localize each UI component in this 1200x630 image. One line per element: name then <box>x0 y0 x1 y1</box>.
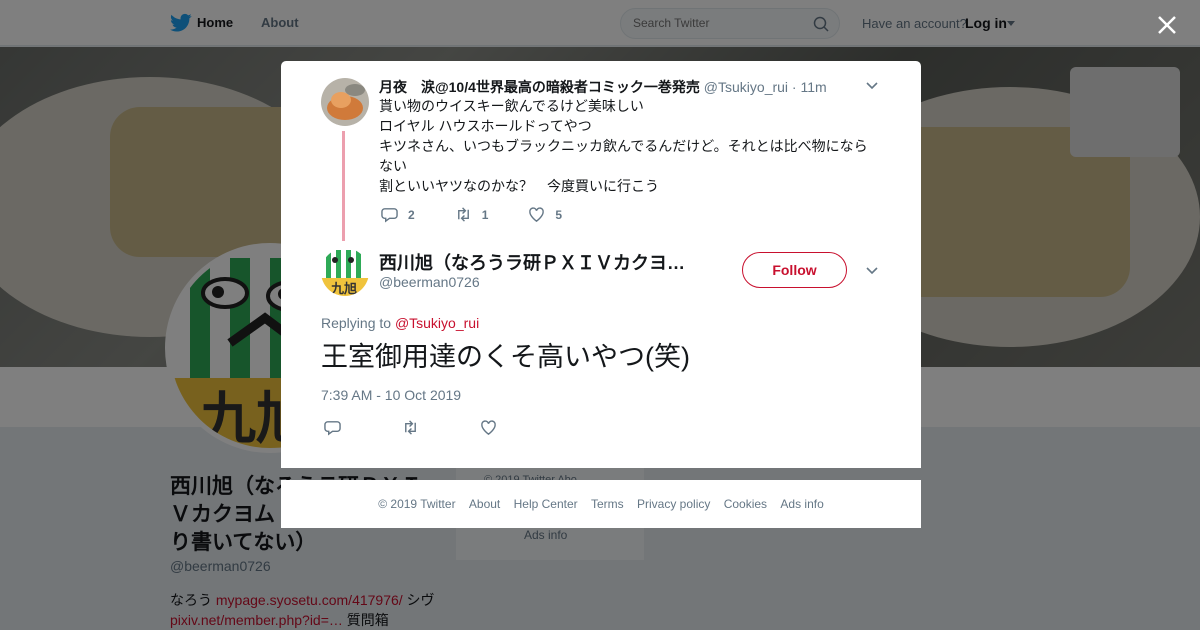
footer-help-link[interactable]: Help Center <box>514 497 578 511</box>
parent-tweet-actions: 2 1 5 <box>381 206 602 223</box>
tweet-actions <box>324 419 558 436</box>
author-avatar[interactable]: 九旭 <box>321 248 369 296</box>
reply-count: 2 <box>408 207 415 222</box>
modal-footer: © 2019 Twitter About Help Center Terms P… <box>281 480 921 528</box>
retweet-icon <box>405 420 416 435</box>
author-handle[interactable]: @beerman0726 <box>379 274 480 290</box>
retweet-icon <box>457 207 469 222</box>
footer-terms-link[interactable]: Terms <box>591 497 624 511</box>
reply-button[interactable]: 2 <box>381 206 415 223</box>
tweet-text: 王室御用達のくそ高いやつ(笑) <box>321 342 690 372</box>
follow-button[interactable]: Follow <box>742 252 847 288</box>
svg-text:九旭: 九旭 <box>330 281 357 296</box>
chevron-down-icon[interactable] <box>865 79 879 93</box>
footer-links: © 2019 Twitter About Help Center Terms P… <box>281 497 921 511</box>
author-name[interactable]: 西川旭（なろうラ研ＰＸＩＶカクヨ… <box>379 249 694 275</box>
reply-button[interactable] <box>324 419 341 436</box>
like-button[interactable]: 5 <box>528 206 562 223</box>
parent-tweet-time[interactable]: 11m <box>801 79 827 95</box>
heart-icon <box>529 207 545 222</box>
footer-cookies-link[interactable]: Cookies <box>724 497 767 511</box>
parent-tweet-text: 貰い物のウイスキー飲んでるけど美味しい ロイヤル ハウスホールドってやつ キツネ… <box>379 98 868 194</box>
reply-icon <box>381 208 398 223</box>
like-button[interactable] <box>480 419 497 436</box>
heart-icon <box>481 420 496 435</box>
retweet-count: 1 <box>481 207 489 222</box>
parent-avatar[interactable] <box>321 78 369 126</box>
reply-icon <box>324 421 341 436</box>
footer-copyright: © 2019 Twitter <box>378 497 456 511</box>
replying-to-link[interactable]: @Tsukiyo_rui <box>395 315 479 331</box>
parent-tweet-header: 月夜 涙@10/4世界最高の暗殺者コミック一巻発売 @Tsukiyo_rui ·… <box>379 79 827 95</box>
parent-author-handle[interactable]: @Tsukiyo_rui <box>704 79 788 95</box>
footer-ads-link[interactable]: Ads info <box>780 497 823 511</box>
like-count: 5 <box>555 207 563 222</box>
close-icon[interactable] <box>1155 13 1179 37</box>
retweet-button[interactable] <box>402 419 419 436</box>
tweet-modal: 月夜 涙@10/4世界最高の暗殺者コミック一巻発売 @Tsukiyo_rui ·… <box>281 61 921 468</box>
replying-to: Replying to @Tsukiyo_rui <box>321 315 480 331</box>
footer-about-link[interactable]: About <box>469 497 500 511</box>
retweet-button[interactable]: 1 <box>455 206 489 223</box>
thread-connector <box>342 131 345 241</box>
chevron-down-icon[interactable] <box>865 264 879 278</box>
parent-author-name[interactable]: 月夜 涙@10/4世界最高の暗殺者コミック一巻発売 <box>379 79 700 95</box>
footer-privacy-link[interactable]: Privacy policy <box>637 497 710 511</box>
tweet-timestamp[interactable]: 7:39 AM - 10 Oct 2019 <box>321 387 461 403</box>
